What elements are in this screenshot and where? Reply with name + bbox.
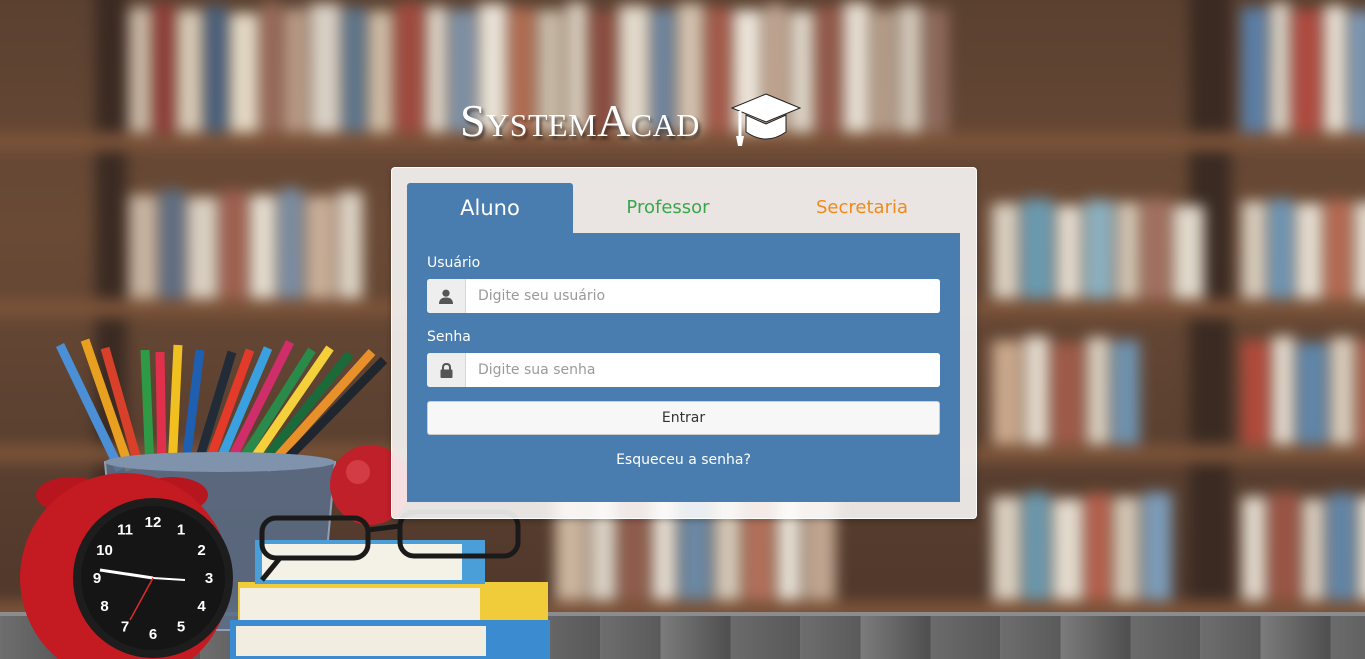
password-input-group xyxy=(427,353,940,387)
clock-number: 5 xyxy=(177,619,185,636)
login-page: 12 1 2 3 4 5 6 7 8 9 10 11 SystemAcad Aluno Profess… xyxy=(0,0,1365,659)
pencils-image xyxy=(55,338,388,474)
username-input[interactable] xyxy=(466,279,940,313)
tab-professor[interactable]: Professor xyxy=(583,183,753,233)
lock-icon xyxy=(427,353,466,387)
app-logo: SystemAcad xyxy=(460,84,802,156)
clock-number: 6 xyxy=(149,626,157,643)
clock-number: 12 xyxy=(145,514,162,531)
clock-number: 4 xyxy=(197,598,206,615)
tab-aluno[interactable]: Aluno xyxy=(407,183,573,233)
login-form: Usuário Senha xyxy=(407,233,960,502)
clock-number: 2 xyxy=(197,542,205,559)
alarm-clock-image: 12 1234567891011 xyxy=(20,473,233,659)
user-icon xyxy=(427,279,466,313)
username-label: Usuário xyxy=(427,255,481,271)
tab-secretaria[interactable]: Secretaria xyxy=(767,183,957,233)
forgot-password-link[interactable]: Esqueceu a senha? xyxy=(407,452,960,468)
role-tabs: Aluno Professor Secretaria xyxy=(407,183,960,233)
username-input-group xyxy=(427,279,940,313)
password-input[interactable] xyxy=(466,353,940,387)
clock-number: 8 xyxy=(100,598,108,615)
clock-number: 1 xyxy=(177,522,185,539)
login-panel: Aluno Professor Secretaria Usuário Senha xyxy=(391,167,977,519)
clock-number: 9 xyxy=(93,570,101,587)
clock-number: 11 xyxy=(117,522,133,539)
graduation-cap-icon xyxy=(730,93,802,146)
password-label: Senha xyxy=(427,329,471,345)
submit-button[interactable]: Entrar xyxy=(427,401,940,435)
clock-number: 3 xyxy=(205,570,213,587)
clock-number: 10 xyxy=(96,542,113,559)
clock-number: 7 xyxy=(121,619,129,636)
logo-text: SystemAcad xyxy=(460,94,700,146)
